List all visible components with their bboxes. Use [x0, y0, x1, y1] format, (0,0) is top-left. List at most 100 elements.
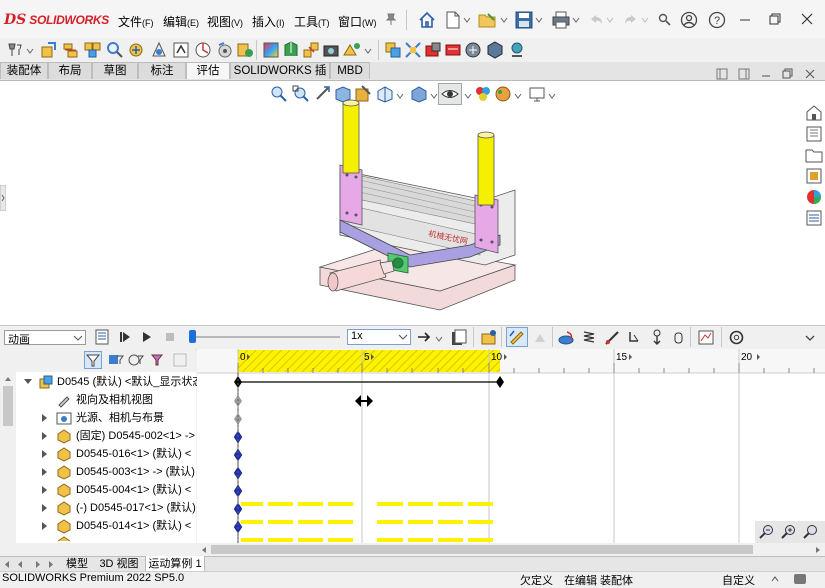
- motion-study-properties-icon[interactable]: [728, 329, 745, 346]
- add-key-icon[interactable]: [532, 330, 548, 346]
- tree-row-part[interactable]: D0545-016<1> (默认) <: [0, 445, 196, 463]
- appearance-icon[interactable]: [262, 41, 280, 59]
- timeline-horizontal-scrollbar[interactable]: [197, 543, 825, 556]
- solidworks-resources-icon[interactable]: [805, 104, 823, 122]
- play-from-start-icon[interactable]: [118, 330, 132, 344]
- camera-icon[interactable]: [322, 41, 340, 59]
- playback-slider-thumb[interactable]: [189, 330, 196, 343]
- help-icon[interactable]: ?: [708, 11, 726, 29]
- tree-row-part[interactable]: (-) D0545-017<1> (默认): [0, 499, 196, 517]
- stop-icon[interactable]: [163, 330, 177, 344]
- scroll-left-icon[interactable]: [201, 546, 207, 554]
- user-account-icon[interactable]: [680, 11, 698, 29]
- chevron-down-icon[interactable]: [606, 16, 614, 24]
- move-component-icon[interactable]: [128, 41, 146, 59]
- playback-slider[interactable]: [190, 336, 340, 338]
- chevron-down-icon[interactable]: [572, 16, 580, 24]
- search-icon[interactable]: [658, 13, 672, 27]
- appearances-scenes-icon[interactable]: [805, 188, 823, 206]
- menu-edit[interactable]: 编辑(E): [163, 13, 199, 30]
- chevron-down-icon[interactable]: [364, 47, 372, 55]
- solidworks-logo[interactable]: DS SOLIDWORKS: [4, 10, 109, 30]
- menu-view[interactable]: 视图(V): [207, 13, 243, 30]
- close-icon[interactable]: [800, 12, 814, 26]
- filter-animated-button[interactable]: [84, 351, 102, 369]
- snapshot-icon[interactable]: [342, 41, 362, 59]
- zoom-to-fit-timeline-icon[interactable]: [803, 524, 819, 540]
- chevron-down-icon[interactable]: [463, 16, 471, 24]
- calculate-icon[interactable]: [95, 329, 111, 345]
- redo-icon[interactable]: [623, 12, 639, 28]
- insert-components-icon[interactable]: [40, 41, 58, 59]
- component-pattern-icon[interactable]: [84, 41, 102, 59]
- restore-icon[interactable]: [768, 12, 782, 26]
- tree-row-part[interactable]: D0545-014<1> (默认) <: [0, 517, 196, 535]
- reference-geometry-icon[interactable]: [194, 41, 212, 59]
- tree-horizontal-scrollbar[interactable]: [0, 543, 196, 556]
- smart-fasteners-icon[interactable]: [106, 41, 124, 59]
- mass-properties-icon[interactable]: [464, 41, 482, 59]
- assembly-features-icon[interactable]: [172, 41, 190, 59]
- spring-icon[interactable]: [582, 329, 596, 346]
- chevron-down-icon[interactable]: [26, 47, 34, 55]
- tree-row-views[interactable]: 视向及相机视图: [0, 391, 196, 409]
- menu-tools[interactable]: 工具(T): [294, 13, 330, 30]
- tree-row-lights[interactable]: 光源、相机与布景: [0, 409, 196, 427]
- play-icon[interactable]: [140, 330, 154, 344]
- tab-3d-views[interactable]: 3D 视图: [96, 557, 142, 572]
- graphics-area[interactable]: 机械无忧网: [0, 68, 825, 325]
- restore-document-icon[interactable]: [782, 68, 794, 80]
- tab-evaluate[interactable]: 评估: [186, 62, 230, 79]
- tile-window-icon[interactable]: [738, 68, 750, 80]
- minimize-document-icon[interactable]: [760, 68, 772, 80]
- file-explorer-icon[interactable]: [805, 146, 823, 164]
- feature-manager-flyout-icon[interactable]: [0, 185, 6, 211]
- tree-row-part[interactable]: D0545-004<1> (默认) <: [0, 481, 196, 499]
- menu-insert[interactable]: 插入(I): [252, 13, 285, 30]
- minimize-icon[interactable]: [738, 12, 752, 26]
- motion-timeline[interactable]: 0 5 10 15 20: [197, 349, 825, 543]
- sensor-icon[interactable]: [508, 41, 526, 59]
- playback-speed-select[interactable]: 1x: [347, 329, 411, 345]
- force-icon[interactable]: [649, 329, 665, 346]
- contact-icon[interactable]: [603, 329, 621, 346]
- menu-window[interactable]: 窗口(W): [338, 13, 377, 30]
- tree-row-root[interactable]: D0545 (默认) <默认_显示状态: [0, 373, 203, 391]
- show-hidden-components-icon[interactable]: [150, 41, 168, 59]
- tile-window-icon[interactable]: [716, 68, 728, 80]
- results-plots-icon[interactable]: [697, 329, 715, 346]
- tab-sketch[interactable]: 草图: [92, 62, 138, 79]
- tab-mbd[interactable]: MBD: [330, 62, 370, 79]
- tree-row-part[interactable]: D0545-003<1> -> (默认): [0, 463, 196, 481]
- status-units[interactable]: 自定义: [722, 572, 755, 588]
- hole-alignment-icon[interactable]: [424, 41, 442, 59]
- zoom-timeline-icon[interactable]: [172, 352, 188, 368]
- pushpin-options-icon[interactable]: [6, 41, 26, 59]
- tab-model[interactable]: 模型: [60, 557, 94, 572]
- collapse-motion-manager-icon[interactable]: [804, 333, 816, 343]
- filter-selected-icon[interactable]: [128, 352, 144, 368]
- quick-tips-icon[interactable]: [793, 573, 807, 585]
- new-document-icon[interactable]: [445, 11, 461, 29]
- gravity-icon[interactable]: [627, 329, 641, 346]
- home-icon[interactable]: [418, 11, 436, 29]
- zoom-to-fit-icon[interactable]: [270, 85, 288, 103]
- playback-mode-icon[interactable]: [417, 330, 433, 344]
- undo-icon[interactable]: [588, 12, 604, 28]
- animation-wizard-icon[interactable]: [480, 329, 498, 346]
- chevron-down-icon[interactable]: [535, 16, 543, 24]
- chevron-down-icon[interactable]: [641, 16, 649, 24]
- tab-scroll-arrows-icon[interactable]: [4, 559, 56, 570]
- damper-icon[interactable]: [671, 329, 685, 346]
- view-palette-icon[interactable]: [805, 167, 823, 185]
- tree-row-part[interactable]: (固定) D0545-002<1> ->: [0, 427, 196, 445]
- filter-driving-icon[interactable]: [108, 352, 124, 368]
- close-document-icon[interactable]: [804, 68, 816, 80]
- chevron-up-icon[interactable]: [771, 575, 779, 583]
- print-icon[interactable]: [552, 11, 570, 29]
- chevron-down-icon[interactable]: [435, 335, 443, 343]
- tab-assembly[interactable]: 装配体: [0, 62, 48, 79]
- mate-icon[interactable]: [62, 41, 80, 59]
- scroll-right-icon[interactable]: [815, 546, 821, 554]
- save-icon[interactable]: [515, 11, 533, 29]
